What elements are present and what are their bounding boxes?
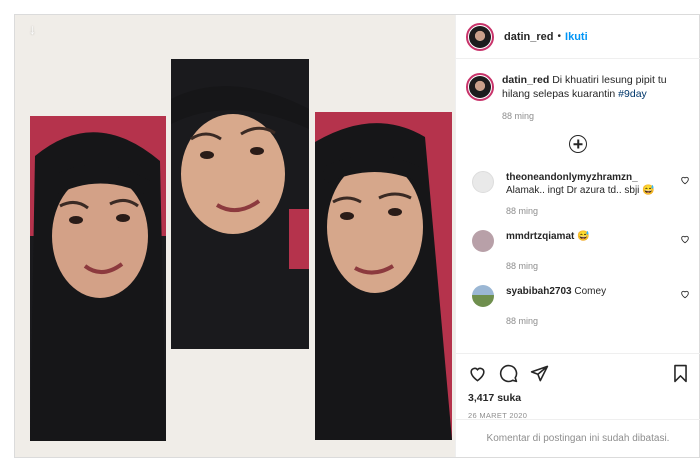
selfie-photo-middle (171, 59, 309, 349)
post-header: datin_red • Ikuti (456, 15, 700, 59)
comment-item: theoneandonlymyzhramzn_ Alamak.. ingt Dr… (456, 157, 700, 197)
post-actions: 3,417 suka 26 MARET 2020 (456, 353, 700, 420)
selfie-photo-right (315, 112, 452, 440)
avatar[interactable] (466, 22, 494, 51)
caption-avatar[interactable] (466, 73, 494, 101)
username-link[interactable]: datin_red (504, 31, 554, 43)
comment-username[interactable]: syabibah2703 (506, 286, 572, 297)
comment-avatar[interactable] (472, 230, 494, 252)
heart-icon[interactable] (680, 289, 690, 299)
comment-item: mmdrtzqiamat 😅 (456, 216, 700, 252)
heart-icon[interactable] (680, 175, 690, 185)
instagram-post: ↓ datin_red • Ikuti datin_red Di khuatir… (14, 14, 700, 458)
comments-section[interactable]: datin_red Di khuatiri lesung pipit tu hi… (456, 59, 700, 353)
comment-item: syabibah2703 Comey (456, 271, 700, 307)
follow-button[interactable]: Ikuti (565, 31, 588, 43)
caption: datin_red Di khuatiri lesung pipit tu hi… (456, 59, 700, 101)
comment-text: Comey (574, 286, 607, 297)
comment-avatar[interactable] (472, 171, 494, 193)
post-sidebar: datin_red • Ikuti datin_red Di khuatiri … (455, 15, 700, 457)
comment-icon[interactable] (499, 364, 518, 383)
separator-dot: • (557, 31, 562, 42)
heart-icon[interactable] (680, 234, 690, 244)
comment-time: 88 ming (506, 316, 539, 326)
caption-username[interactable]: datin_red (502, 74, 549, 86)
selfie-photo-left (30, 116, 166, 441)
caption-hashtag[interactable]: #9day (618, 88, 647, 100)
comment-time: 88 ming (506, 206, 539, 216)
heart-icon[interactable] (468, 364, 487, 383)
comment-username[interactable]: theoneandonlymyzhramzn_ (506, 172, 638, 183)
bookmark-icon[interactable] (671, 364, 690, 383)
load-more-comments[interactable] (456, 135, 700, 157)
comment-time: 88 ming (506, 261, 539, 271)
comment-text: Alamak.. ingt Dr azura td.. sbji 😅 (506, 185, 655, 196)
like-count[interactable]: 3,417 suka (468, 392, 690, 404)
caption-time: 88 ming (502, 111, 535, 121)
comment-text: 😅 (577, 231, 590, 242)
arrow-down-icon[interactable]: ↓ (29, 21, 36, 37)
comment-avatar[interactable] (472, 285, 494, 307)
comments-disabled-notice: Komentar di postingan ini sudah dibatasi… (456, 419, 700, 457)
plus-circle-icon[interactable] (569, 135, 587, 153)
comment-username[interactable]: mmdrtzqiamat (506, 231, 574, 242)
post-media[interactable]: ↓ (15, 15, 455, 457)
send-icon[interactable] (530, 364, 549, 383)
